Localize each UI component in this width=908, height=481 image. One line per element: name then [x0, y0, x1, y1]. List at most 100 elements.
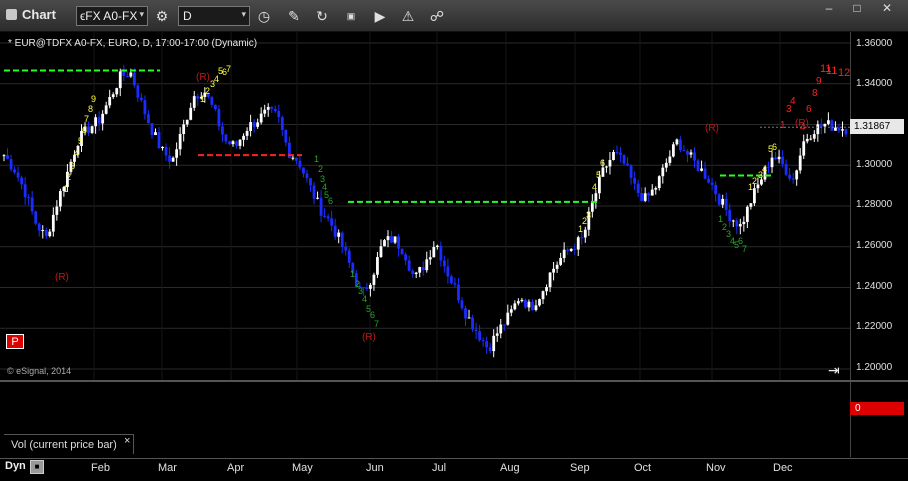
candle-body [41, 229, 45, 231]
candle-body [256, 122, 260, 127]
candle-body [837, 127, 841, 131]
candle-body [37, 223, 41, 231]
chevron-down-icon[interactable]: ▾ [241, 9, 246, 20]
price-tick: 1.20000 [856, 362, 893, 373]
study-annotation: 7 [226, 64, 231, 74]
candle-body [104, 105, 108, 114]
candle-body [407, 260, 411, 271]
candle-body [583, 229, 587, 238]
candle-body [48, 231, 52, 237]
study-annotation: 11 [826, 65, 837, 77]
study-annotation: (R) [362, 332, 376, 343]
scroll-to-end-icon[interactable]: ⇥ [828, 362, 840, 379]
candle-body [397, 236, 400, 249]
symbol-value: ϵFX A0-FX [80, 9, 138, 23]
candle-body [601, 167, 605, 177]
dyn-settings-icon[interactable]: ■ [30, 460, 44, 474]
gif-icon[interactable]: ▣ [341, 6, 361, 26]
candle-body [749, 203, 753, 207]
clock-icon[interactable]: ◷ [254, 6, 274, 26]
refresh-icon[interactable]: ↻ [312, 6, 332, 26]
candle-body [344, 246, 348, 251]
study-annotation: 4 [592, 182, 597, 192]
candle-body [485, 341, 489, 348]
candle-body [196, 96, 200, 99]
minimize-icon[interactable]: – [820, 1, 838, 15]
symbol-link-icon[interactable]: ⚙ [152, 6, 172, 26]
candle-body [457, 284, 460, 301]
candle-body [305, 173, 309, 179]
candle-body [266, 106, 270, 110]
study-annotation: (R) [55, 272, 69, 283]
candle-body [252, 122, 256, 127]
dyn-button[interactable]: Dyn [5, 460, 26, 472]
candle-body [686, 150, 689, 155]
candle-body [51, 214, 55, 232]
candle-body [400, 248, 404, 255]
candle-body [791, 178, 795, 180]
candle-body [812, 134, 816, 139]
candle-body [492, 335, 496, 352]
candle-body [44, 229, 48, 237]
candle-body [372, 274, 376, 285]
symbol-input[interactable]: ϵFX A0-FX ▾ [76, 6, 148, 26]
candle-body [689, 152, 693, 155]
window-titlebar: Chart ϵFX A0-FX ▾ ⚙ D ▾ ◷ ✎ ↻ ▣ ▶ ⚠ ☍ – … [0, 0, 908, 32]
close-icon[interactable]: × [124, 435, 130, 447]
candle-body [16, 172, 20, 178]
candle-body [97, 117, 101, 124]
candle-body [6, 155, 9, 160]
month-label: Oct [634, 462, 652, 474]
study-annotation: 6 [600, 158, 605, 168]
candle-body [654, 188, 658, 190]
candle-body [608, 160, 612, 167]
candle-body [270, 106, 274, 109]
candle-body [210, 96, 214, 105]
candle-body [330, 218, 334, 226]
candle-body [122, 71, 126, 76]
pencil-icon[interactable]: ✎ [284, 6, 304, 26]
candle-body [154, 132, 157, 136]
candle-body [435, 245, 439, 247]
candle-body [168, 155, 171, 162]
chevron-down-icon[interactable]: ▾ [139, 9, 144, 20]
candle-body [541, 291, 545, 300]
candle-body [516, 301, 520, 304]
month-label: Jun [366, 462, 384, 474]
alert-icon[interactable]: ⚠ [398, 6, 418, 26]
candle-body [770, 157, 774, 168]
price-chart-svg: (R)(R)(R)(R) (R)123456789 1234567123456123… [0, 32, 850, 380]
candle-body [823, 123, 827, 127]
candle-body [376, 257, 379, 275]
candle-body [277, 111, 281, 118]
candle-body [319, 197, 323, 216]
study-annotation: 1 [350, 269, 355, 279]
candle-body [231, 141, 235, 145]
candle-body [90, 126, 94, 133]
candle-body [777, 156, 781, 160]
month-label: Feb [91, 462, 110, 474]
play-icon[interactable]: ▶ [370, 6, 390, 26]
candle-body [129, 72, 133, 77]
candle-body [738, 224, 742, 227]
maximize-icon[interactable]: □ [848, 1, 866, 15]
candle-body [724, 198, 728, 210]
candle-body [365, 287, 369, 289]
candle-body [534, 305, 538, 310]
candle-body [143, 100, 147, 115]
candle-body [555, 264, 559, 269]
p-badge[interactable]: P [6, 334, 24, 349]
candle-body [34, 211, 38, 224]
time-axis[interactable] [0, 458, 908, 481]
month-label: Jul [432, 462, 447, 474]
candle-body [615, 152, 619, 154]
volume-study-label[interactable]: Vol (current price bar) [4, 434, 134, 454]
close-icon[interactable]: ✕ [878, 1, 896, 15]
interval-input[interactable]: D ▾ [178, 6, 250, 26]
candle-body [531, 301, 534, 310]
candle-body [520, 299, 524, 302]
candle-body [326, 216, 330, 219]
link-icon[interactable]: ☍ [427, 6, 447, 26]
study-annotation: 1 [63, 184, 68, 194]
candle-body [464, 308, 467, 319]
